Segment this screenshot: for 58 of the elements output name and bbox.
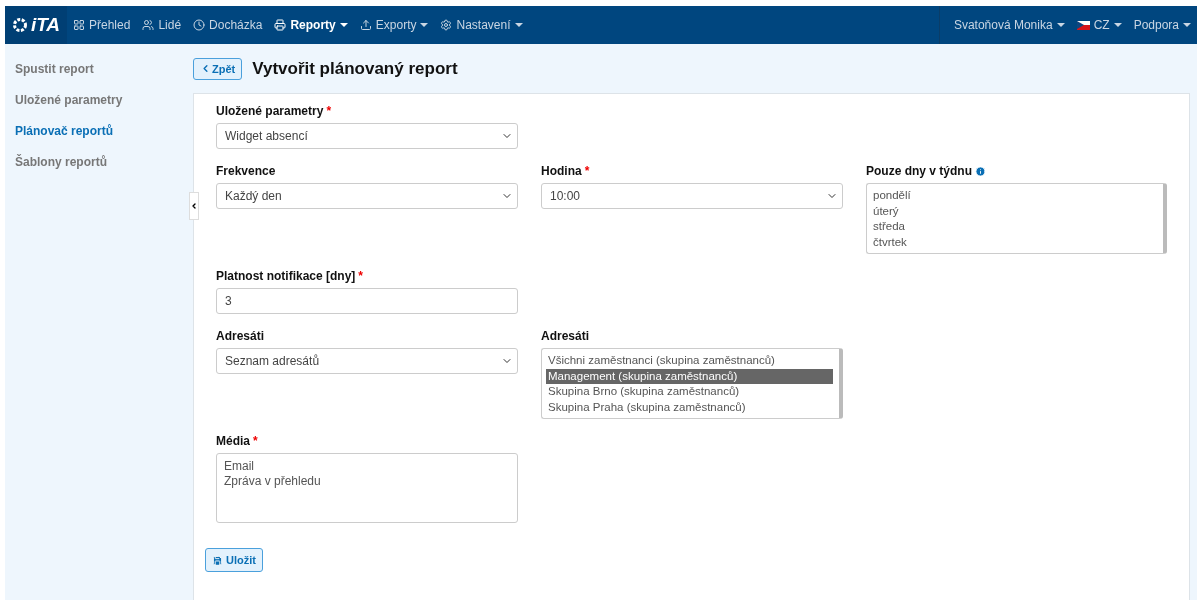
list-option[interactable]: Skupina Brno (skupina zaměstnanců) [546, 384, 833, 400]
clock-icon [193, 19, 206, 31]
page-title: Vytvořit plánovaný report [252, 58, 458, 79]
list-option[interactable]: Management (skupina zaměstnanců) [546, 368, 833, 384]
logo: iTA [5, 6, 67, 44]
nav-menu[interactable]: CZ [1070, 18, 1128, 32]
field-label: Frekvence [216, 164, 276, 178]
caret-icon [1113, 23, 1122, 27]
listbox[interactable]: pondělí úterý středa čtvrtek [866, 183, 1167, 254]
nav-item[interactable]: Reporty [268, 18, 354, 32]
field-label: Adresáti [216, 329, 265, 343]
upload-icon [359, 19, 372, 31]
textarea-field[interactable]: Email Zpráva v přehledu [216, 453, 518, 523]
field-label: Platnost notifikace [dny] [216, 269, 356, 283]
users-icon [142, 19, 155, 31]
required-mark: * [358, 269, 364, 283]
nav-menu[interactable]: Svatoňová Monika [947, 18, 1071, 32]
select-field[interactable]: Každý den [216, 183, 518, 209]
nav-item[interactable]: Nastavení [434, 18, 529, 32]
sidebar-item[interactable]: Šablony reportů [15, 155, 193, 169]
logo-ring-icon [11, 17, 28, 33]
nav-menu[interactable]: Podpora [1127, 18, 1197, 32]
list-option[interactable]: Skupina Praha (skupina zaměstnanců) [546, 399, 833, 415]
sidebar-item[interactable]: Uložené parametry [15, 93, 193, 107]
required-mark: * [584, 164, 590, 178]
list-option[interactable]: Všichni zaměstnanci (skupina zaměstnanců) [546, 353, 833, 369]
settings-icon [440, 19, 453, 31]
sidebar-item[interactable]: Plánovač reportů [15, 124, 193, 138]
save-button[interactable]: Uložit [205, 548, 263, 572]
required-mark: * [253, 434, 258, 448]
field-label: Adresáti [541, 329, 590, 343]
caret-icon [1183, 23, 1191, 27]
select-field[interactable]: Widget absencí [216, 123, 518, 149]
nav-item[interactable]: Přehled [67, 18, 137, 32]
field-label: Hodina [541, 164, 582, 178]
collapse-button[interactable] [189, 192, 199, 220]
list-option[interactable]: středa [871, 219, 1157, 235]
field-label: Média [216, 434, 250, 448]
field-label: Uložené parametry [216, 104, 324, 118]
input-field[interactable]: 3 [216, 288, 518, 314]
listbox[interactable]: Všichni zaměstnanci (skupina zaměstnanců) Management (skupina zaměstnanců) Skupina Brno (skupina zaměstnanců) Skupina Praha (skupina zaměstnanců) [541, 348, 843, 419]
required-mark: * [326, 104, 332, 118]
grid-icon [73, 19, 85, 31]
select-field[interactable]: Seznam adresátů [216, 348, 518, 374]
list-option[interactable]: čtvrtek [871, 234, 1157, 250]
nav-item[interactable]: Exporty [353, 18, 435, 32]
nav-item[interactable]: Lidé [136, 18, 188, 32]
select-field[interactable]: 10:00 [541, 183, 843, 209]
list-option[interactable]: pondělí [871, 188, 1157, 204]
printer-icon [274, 19, 287, 31]
floppy-icon [212, 554, 223, 566]
list-option[interactable]: úterý [871, 203, 1157, 219]
nav-item[interactable]: Docházka [187, 18, 269, 32]
field-label: Pouze dny v týdnu [866, 164, 972, 178]
back-button[interactable]: Zpět [193, 57, 243, 80]
sidebar-item[interactable]: Spustit report [15, 62, 193, 76]
caret-icon [1056, 23, 1065, 27]
chevron-left-icon [190, 201, 198, 211]
